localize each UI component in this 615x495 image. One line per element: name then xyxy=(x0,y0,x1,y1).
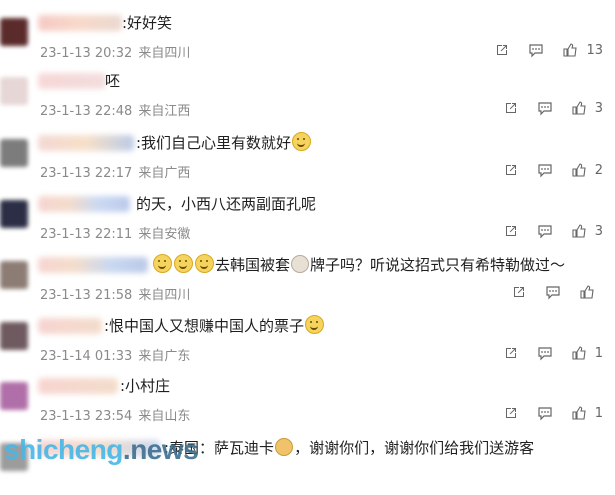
comment-text: :小村庄 xyxy=(120,377,171,395)
comment-text: 的天，小西八还两副面孔呢 xyxy=(136,195,317,213)
watermark-part1: shicheng xyxy=(4,434,123,465)
username-blurred[interactable] xyxy=(38,196,130,212)
username-blurred[interactable] xyxy=(38,73,106,89)
like-count: 1 xyxy=(594,345,603,361)
comment-row: 呸 23-1-13 22:48 来自江西 3 xyxy=(0,70,615,128)
smiley-emoji-icon xyxy=(153,254,172,273)
comment-text: :我们自己心里有数就好 xyxy=(136,132,312,154)
comment-icon[interactable] xyxy=(531,160,559,180)
avatar[interactable] xyxy=(0,200,28,228)
comment-row: :好好笑 23-1-13 20:32 来自四川 13 xyxy=(0,12,615,70)
comment-icon[interactable] xyxy=(522,40,550,60)
username-blurred[interactable] xyxy=(38,257,148,273)
comment-date: 23-1-13 22:17 xyxy=(40,166,133,181)
comment-actions xyxy=(499,282,603,302)
avatar[interactable] xyxy=(0,139,28,167)
comment-icon[interactable] xyxy=(531,98,559,118)
comment-meta: 23-1-13 22:48 来自江西 xyxy=(40,100,190,119)
avatar[interactable] xyxy=(0,261,28,289)
comment-actions: 3 xyxy=(491,98,603,118)
comment-meta: 23-1-13 22:17 来自广西 xyxy=(40,162,190,181)
like-count: 3 xyxy=(594,223,603,239)
comment-meta: 23-1-13 20:32 来自四川 xyxy=(40,42,190,61)
comment-text: :泰国：萨瓦迪卡 ，谢谢你们，谢谢你们给我们送游客 xyxy=(164,437,534,459)
comment-date: 23-1-13 22:48 xyxy=(40,104,133,119)
thumbs-up-icon[interactable] xyxy=(565,343,593,363)
thumbs-up-icon[interactable] xyxy=(565,160,593,180)
comment-date: 23-1-13 22:11 xyxy=(40,227,133,242)
username-blurred[interactable] xyxy=(38,135,134,151)
site-watermark-logo: shicheng.news xyxy=(4,434,199,466)
comment-text-main: :我们自己心里有数就好 xyxy=(136,134,292,152)
comment-row: 的天，小西八还两副面孔呢 23-1-13 22:11 来自安徽 3 xyxy=(0,193,615,251)
avatar[interactable] xyxy=(0,322,28,350)
avatar[interactable] xyxy=(0,382,28,410)
comment-meta: 23-1-13 21:58 来自四川 xyxy=(40,284,190,303)
comment-actions: 13 xyxy=(482,40,603,60)
like-count: 2 xyxy=(594,162,603,178)
comment-row: :小村庄 23-1-13 23:54 来自山东 1 xyxy=(0,375,615,433)
avatar[interactable] xyxy=(0,77,28,105)
smiley-emoji-icon xyxy=(174,254,193,273)
comment-text: :恨中国人又想赚中国人的票子 xyxy=(104,315,325,337)
comment-actions: 2 xyxy=(491,160,603,180)
username-blurred[interactable] xyxy=(38,318,102,334)
share-icon[interactable] xyxy=(497,160,525,180)
pot-icon xyxy=(291,255,310,273)
like-count: 13 xyxy=(586,42,603,58)
smiley-emoji-icon xyxy=(195,254,214,273)
comment-text-part2: 牌子吗？听说这招式只有希特勒做过～ xyxy=(310,256,566,274)
comment-date: 23-1-13 23:54 xyxy=(40,409,133,424)
watermark-part2: .news xyxy=(122,434,199,465)
share-icon[interactable] xyxy=(497,221,525,241)
comment-meta: 23-1-13 22:11 来自安徽 xyxy=(40,223,190,242)
comment-region: 来自广东 xyxy=(138,349,191,364)
comment-region: 来自江西 xyxy=(138,104,191,119)
comment-actions: 1 xyxy=(491,343,603,363)
comment-region: 来自四川 xyxy=(138,288,191,303)
thumbs-up-icon[interactable] xyxy=(565,403,593,423)
like-count: 1 xyxy=(594,405,603,421)
comment-text: 去韩国被套 牌子吗？听说这招式只有希特勒做过～ xyxy=(152,254,565,276)
thumbs-up-icon[interactable] xyxy=(573,282,601,302)
comment-text-part1: 去韩国被套 xyxy=(215,256,291,274)
comment-row: 去韩国被套 牌子吗？听说这招式只有希特勒做过～ 23-1-13 21:58 来自四川 xyxy=(0,254,615,312)
username-blurred[interactable] xyxy=(38,15,122,31)
comment-date: 23-1-14 01:33 xyxy=(40,349,133,364)
comment-row: :恨中国人又想赚中国人的票子 23-1-14 01:33 来自广东 1 xyxy=(0,315,615,373)
comment-region: 来自广西 xyxy=(138,166,191,181)
share-icon[interactable] xyxy=(497,98,525,118)
thumbs-up-icon[interactable] xyxy=(565,98,593,118)
smiley-emoji-icon xyxy=(292,132,312,151)
share-icon[interactable] xyxy=(497,343,525,363)
username-blurred[interactable] xyxy=(38,378,118,394)
comment-icon[interactable] xyxy=(531,403,559,423)
comment-icon[interactable] xyxy=(531,343,559,363)
comment-row: :我们自己心里有数就好 23-1-13 22:17 来自广西 2 xyxy=(0,132,615,190)
comment-date: 23-1-13 20:32 xyxy=(40,46,133,61)
comment-text: 呸 xyxy=(105,72,121,90)
share-icon[interactable] xyxy=(488,40,516,60)
share-icon[interactable] xyxy=(505,282,533,302)
comment-region: 来自山东 xyxy=(138,409,191,424)
face-emoji-icon xyxy=(305,315,325,334)
comment-meta: 23-1-14 01:33 来自广东 xyxy=(40,345,190,364)
avatar[interactable] xyxy=(0,18,28,46)
comment-meta: 23-1-13 23:54 来自山东 xyxy=(40,405,190,424)
thumbs-up-icon[interactable] xyxy=(565,221,593,241)
comment-actions: 3 xyxy=(491,221,603,241)
comment-text: :好好笑 xyxy=(122,14,173,32)
comment-region: 来自四川 xyxy=(138,46,191,61)
comment-region: 来自安徽 xyxy=(138,227,191,242)
comment-icon[interactable] xyxy=(539,282,567,302)
thumbs-up-icon[interactable] xyxy=(556,40,584,60)
comment-text-part2: ，谢谢你们，谢谢你们给我们送游客 xyxy=(294,439,535,457)
praying-hands-icon xyxy=(275,438,294,456)
like-count: 3 xyxy=(594,100,603,116)
comment-text-main: :恨中国人又想赚中国人的票子 xyxy=(104,317,305,335)
comment-date: 23-1-13 21:58 xyxy=(40,288,133,303)
comment-icon[interactable] xyxy=(531,221,559,241)
share-icon[interactable] xyxy=(497,403,525,423)
comment-actions: 1 xyxy=(491,403,603,423)
